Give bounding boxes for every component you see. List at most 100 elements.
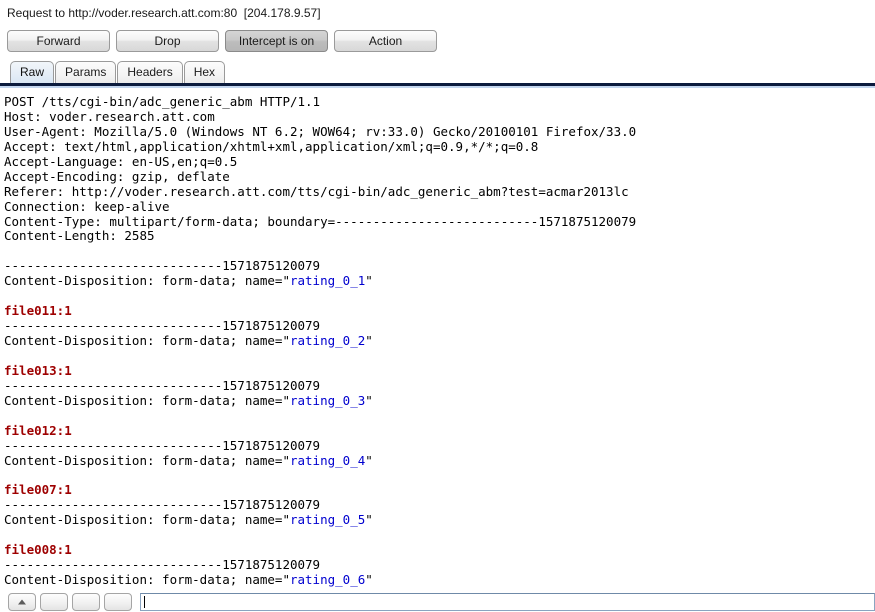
param-value-token: file008:1: [4, 542, 72, 558]
tab-label: Raw: [20, 65, 45, 79]
raw-message-editor[interactable]: POST /tts/cgi-bin/adc_generic_abm HTTP/1…: [0, 92, 875, 592]
param-value-token: file012:1: [4, 422, 72, 438]
text-token: User-Agent: Mozilla/5.0 (Windows NT 6.2;…: [4, 123, 637, 139]
text-token: ": [365, 512, 373, 528]
tab-label: Headers: [127, 65, 173, 79]
param-value-token: file011:1: [4, 303, 72, 319]
param-value-token: file007:1: [4, 482, 72, 498]
tab-label: Hex: [193, 65, 216, 79]
text-token: Content-Type: multipart/form-data; bound…: [4, 213, 637, 229]
text-token: Accept-Language: en-US,en;q=0.5: [4, 153, 238, 169]
tab-hex[interactable]: Hex: [183, 61, 226, 83]
text-token: Content-Disposition: form-data; name=": [4, 572, 290, 587]
action-button-bar: Forward Drop Intercept is on Action: [0, 26, 875, 56]
message-line: Content-Disposition: form-data; name="ra…: [4, 333, 875, 349]
text-token: ": [365, 572, 373, 587]
text-token: Content-Disposition: form-data; name=": [4, 512, 290, 528]
tab-strip-separator: [0, 83, 875, 88]
message-line: [4, 528, 875, 543]
search-next-button[interactable]: [40, 593, 68, 611]
message-line: Connection: keep-alive: [4, 198, 875, 215]
message-line: file011:1: [4, 303, 875, 319]
search-close-button[interactable]: [104, 593, 132, 611]
text-token: -----------------------------15718751200…: [4, 497, 321, 513]
message-tab-strip: Raw Params Headers Hex: [0, 56, 875, 83]
search-input[interactable]: [140, 593, 875, 611]
param-name-token: rating_0_1: [289, 273, 366, 289]
message-line: Host: voder.research.att.com: [4, 108, 875, 125]
message-line: -----------------------------15718751200…: [4, 377, 875, 394]
tab-params[interactable]: Params: [55, 61, 117, 83]
message-line: file007:1: [4, 482, 875, 498]
message-line: -----------------------------15718751200…: [4, 437, 875, 454]
search-option-button[interactable]: [72, 593, 100, 611]
message-line: Accept-Language: en-US,en;q=0.5: [4, 153, 875, 170]
message-line: -----------------------------15718751200…: [4, 318, 875, 334]
text-token: Content-Disposition: form-data; name=": [4, 333, 290, 348]
message-line: Referer: http://voder.research.att.com/t…: [4, 183, 875, 200]
text-token: ": [365, 452, 373, 468]
intercept-toggle-button[interactable]: Intercept is on: [225, 30, 328, 52]
message-line: Content-Length: 2585: [4, 228, 875, 244]
text-token: Content-Disposition: form-data; name=": [4, 392, 290, 408]
tab-headers[interactable]: Headers: [117, 61, 183, 83]
message-line: Accept-Encoding: gzip, deflate: [4, 168, 875, 185]
text-cursor: [144, 596, 145, 608]
param-name-token: rating_0_5: [289, 512, 366, 528]
message-line: file012:1: [4, 422, 875, 439]
message-line: [4, 244, 875, 259]
button-label: Forward: [36, 34, 81, 48]
message-line: file013:1: [4, 362, 875, 379]
text-token: Accept-Encoding: gzip, deflate: [4, 168, 230, 184]
param-name-token: rating_0_6: [289, 572, 366, 587]
text-token: -----------------------------15718751200…: [4, 377, 321, 393]
param-name-token: rating_0_2: [289, 333, 366, 348]
text-token: -----------------------------15718751200…: [4, 437, 321, 453]
message-line: Accept: text/html,application/xhtml+xml,…: [4, 138, 875, 155]
message-line: Content-Disposition: form-data; name="ra…: [4, 273, 875, 289]
text-token: POST /tts/cgi-bin/adc_generic_abm HTTP/1…: [4, 94, 321, 109]
button-label: Intercept is on: [238, 34, 315, 48]
text-token: -----------------------------15718751200…: [4, 318, 321, 334]
message-line: Content-Disposition: form-data; name="ra…: [4, 392, 875, 409]
text-token: ": [365, 273, 373, 289]
text-token: Referer: http://voder.research.att.com/t…: [4, 183, 629, 199]
message-line: User-Agent: Mozilla/5.0 (Windows NT 6.2;…: [4, 123, 875, 140]
request-titlebar: Request to http://voder.research.att.com…: [0, 0, 875, 26]
text-token: Connection: keep-alive: [4, 198, 170, 214]
message-line: -----------------------------15718751200…: [4, 497, 875, 513]
text-token: -----------------------------15718751200…: [4, 557, 321, 573]
caret-up-icon: [18, 599, 26, 605]
search-prev-button[interactable]: [8, 593, 36, 611]
text-token: Host: voder.research.att.com: [4, 108, 215, 124]
message-line: -----------------------------15718751200…: [4, 557, 875, 573]
button-label: Action: [368, 34, 403, 48]
text-token: Accept: text/html,application/xhtml+xml,…: [4, 138, 539, 154]
text-token: Content-Disposition: form-data; name=": [4, 273, 290, 289]
message-line: Content-Disposition: form-data; name="ra…: [4, 512, 875, 528]
text-token: Content-Length: 2585: [4, 228, 155, 244]
message-line: [4, 289, 875, 304]
tab-label: Params: [65, 65, 107, 79]
message-line: file008:1: [4, 542, 875, 558]
action-button[interactable]: Action: [334, 30, 437, 52]
search-bar: [0, 592, 875, 612]
button-label: Drop: [154, 34, 181, 48]
tab-raw[interactable]: Raw: [10, 61, 55, 83]
drop-button[interactable]: Drop: [116, 30, 219, 52]
param-name-token: rating_0_4: [289, 452, 366, 468]
text-token: ": [365, 392, 373, 408]
message-line: [4, 349, 875, 364]
forward-button[interactable]: Forward: [7, 30, 110, 52]
message-line: Content-Disposition: form-data; name="ra…: [4, 572, 875, 588]
message-line: [4, 409, 875, 424]
param-name-token: rating_0_3: [289, 392, 366, 408]
message-line: Content-Type: multipart/form-data; bound…: [4, 213, 875, 230]
text-token: -----------------------------15718751200…: [4, 258, 321, 274]
text-token: Content-Disposition: form-data; name=": [4, 452, 290, 468]
request-target-label: Request to http://voder.research.att.com…: [7, 6, 321, 20]
message-line: [4, 468, 875, 483]
message-line: Content-Disposition: form-data; name="ra…: [4, 452, 875, 469]
param-value-token: file013:1: [4, 362, 72, 378]
message-line: POST /tts/cgi-bin/adc_generic_abm HTTP/1…: [4, 94, 875, 110]
